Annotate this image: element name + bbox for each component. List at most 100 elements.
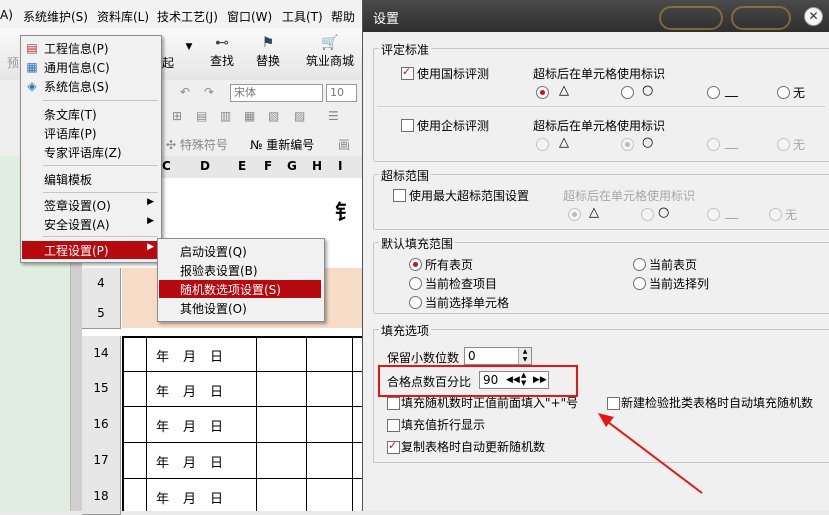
annotation-highlight-box bbox=[378, 365, 578, 397]
dropdown-arrow-icon[interactable]: ▼ bbox=[183, 42, 195, 52]
renumber-label: 重新编号 bbox=[266, 138, 315, 152]
range-radio-circle[interactable] bbox=[641, 208, 654, 221]
national-standard-checkbox[interactable] bbox=[401, 65, 414, 80]
row-number-15[interactable]: 15 bbox=[82, 371, 121, 407]
underline-symbol: __ bbox=[725, 205, 738, 220]
national-radio-none[interactable] bbox=[777, 86, 790, 99]
enterprise-radio-triangle[interactable] bbox=[536, 138, 549, 151]
menu-item-project-info[interactable]: ▤ 工程信息(P) bbox=[22, 39, 160, 57]
border-icon[interactable]: ▦ bbox=[244, 109, 255, 123]
range-radio-triangle[interactable] bbox=[568, 208, 581, 221]
submenu-item-inspection-form[interactable]: 报验表设置(B) bbox=[159, 261, 321, 279]
grid-line bbox=[352, 336, 353, 511]
search-button[interactable]: ⊷ 查找 bbox=[202, 34, 242, 69]
date-day: 日 bbox=[210, 492, 224, 507]
col-header-d[interactable]: D bbox=[200, 159, 210, 173]
none-symbol: 无 bbox=[785, 208, 798, 222]
triangle-symbol: △ bbox=[589, 205, 599, 220]
plus-sign-checkbox[interactable] bbox=[387, 397, 400, 410]
fill-radio-current-cells[interactable] bbox=[409, 296, 422, 309]
menu-item-edit-template[interactable]: 编辑模板 bbox=[22, 170, 160, 188]
row-number-14[interactable]: 14 bbox=[82, 336, 121, 372]
row-number-16[interactable]: 16 bbox=[82, 406, 121, 443]
fill-radio-current-page[interactable] bbox=[633, 258, 646, 271]
font-size-select[interactable]: 10 bbox=[326, 84, 357, 102]
menu-item-signature-settings[interactable]: 签章设置(O) ▶ bbox=[22, 196, 160, 214]
row-number-4[interactable]: 4 bbox=[82, 268, 121, 299]
col-header-f[interactable]: F bbox=[264, 159, 272, 173]
menu-item-system-info[interactable]: ◈ 系统信息(S) bbox=[22, 77, 160, 95]
national-radio-circle[interactable] bbox=[621, 86, 634, 99]
font-name-select[interactable]: 宋体 bbox=[230, 84, 323, 102]
fill-options-label: 填充选项 bbox=[379, 322, 432, 339]
submenu-item-other[interactable]: 其他设置(O) bbox=[159, 299, 321, 317]
col-header-g[interactable]: G bbox=[287, 159, 297, 173]
menu-item-clause-library[interactable]: 条文库(T) bbox=[22, 105, 160, 123]
col-header-h[interactable]: H bbox=[312, 159, 322, 173]
close-button[interactable]: ✕ bbox=[804, 7, 823, 26]
enterprise-standard-checkbox[interactable] bbox=[401, 119, 414, 132]
menu-item-expert-comment-library[interactable]: 专家评语库(Z) bbox=[22, 143, 160, 161]
menu-separator bbox=[43, 192, 158, 193]
fill-radio-all-pages[interactable] bbox=[409, 258, 422, 271]
col-header-c[interactable]: C bbox=[162, 159, 171, 173]
range-radio-underline[interactable] bbox=[707, 208, 720, 221]
row-number-18[interactable]: 18 bbox=[82, 478, 121, 515]
copy-refresh-checkbox[interactable] bbox=[387, 439, 400, 454]
menu-item-security-settings[interactable]: 安全设置(A) ▶ bbox=[22, 215, 160, 233]
renumber-button[interactable]: № 重新编号 bbox=[250, 136, 314, 153]
menu-help[interactable]: 帮助 bbox=[331, 8, 355, 25]
fill-radio-current-item[interactable] bbox=[409, 277, 422, 290]
col-header-e[interactable]: E bbox=[238, 159, 246, 173]
circle-symbol: ○ bbox=[642, 83, 654, 98]
max-range-checkbox[interactable] bbox=[393, 189, 406, 202]
submenu-item-random-options[interactable]: 随机数选项设置(S) bbox=[159, 280, 321, 298]
menu-separator bbox=[43, 236, 158, 237]
enterprise-radio-circle[interactable] bbox=[621, 138, 634, 151]
circle-symbol: ○ bbox=[642, 135, 654, 150]
align-icon[interactable]: ▤ bbox=[196, 109, 207, 123]
submenu-item-startup[interactable]: 启动设置(Q) bbox=[159, 242, 321, 260]
national-standard-label: 使用国标评测 bbox=[417, 67, 490, 81]
enterprise-radio-underline[interactable] bbox=[707, 138, 720, 151]
spinner-arrows-icon[interactable]: ▲ ▼ bbox=[518, 348, 531, 364]
menu-item-comment-library[interactable]: 评语库(P) bbox=[22, 124, 160, 142]
enterprise-radio-none[interactable] bbox=[777, 138, 790, 151]
replace-label: 替换 bbox=[255, 54, 280, 68]
document-icon: ▤ bbox=[26, 41, 38, 55]
menu-library[interactable]: 资料库(L) bbox=[97, 8, 149, 25]
replace-button[interactable]: ⚑ 替换 bbox=[248, 34, 288, 69]
col-header-i[interactable]: I bbox=[338, 159, 342, 173]
decimal-places-spinner[interactable]: 0 ▲ ▼ bbox=[464, 347, 532, 365]
menu-window[interactable]: 窗口(W) bbox=[227, 8, 272, 25]
split-icon[interactable]: ▨ bbox=[294, 109, 305, 123]
special-symbol-button[interactable]: ✣ 特殊符号 bbox=[166, 136, 228, 153]
line-spacing-icon[interactable]: ☰ bbox=[328, 109, 339, 123]
range-radio-none[interactable] bbox=[769, 208, 782, 221]
more-stub[interactable]: 画 bbox=[338, 136, 350, 153]
redo-icon[interactable]: ↷ bbox=[204, 85, 214, 99]
menu-a[interactable]: A) bbox=[0, 8, 13, 22]
row-number-17[interactable]: 17 bbox=[82, 442, 121, 479]
menu-tech[interactable]: 技术工艺(J) bbox=[157, 8, 218, 25]
national-radio-triangle[interactable] bbox=[536, 86, 549, 99]
date-day: 日 bbox=[210, 456, 224, 471]
cell-format-icon[interactable]: ⊞ bbox=[172, 109, 182, 123]
mall-button[interactable]: 🛒 筑业商城 bbox=[302, 34, 358, 69]
menu-item-project-settings[interactable]: 工程设置(P) ▶ bbox=[22, 241, 160, 259]
menu-tools[interactable]: 工具(T) bbox=[282, 8, 323, 25]
undo-icon[interactable]: ↶ bbox=[180, 85, 190, 99]
fill-radio-current-column[interactable] bbox=[633, 277, 646, 290]
binoculars-icon: ⊷ bbox=[215, 35, 229, 51]
menu-system-maintenance[interactable]: 系统维护(S) bbox=[23, 8, 88, 25]
dialog-titlebar[interactable]: 设置 ✕ bbox=[363, 0, 829, 32]
national-radio-underline[interactable] bbox=[707, 86, 720, 99]
fill-icon[interactable]: ▧ bbox=[268, 109, 279, 123]
row-number-5[interactable]: 5 bbox=[82, 298, 121, 329]
wrap-checkbox[interactable] bbox=[387, 419, 400, 432]
menu-item-general-info[interactable]: ▦ 通用信息(C) bbox=[22, 58, 160, 76]
menu-item-label: 工程信息(P) bbox=[44, 42, 109, 56]
default-fill-label: 默认填充范围 bbox=[379, 235, 456, 252]
merge-icon[interactable]: ▥ bbox=[220, 109, 231, 123]
decimal-places-value: 0 bbox=[468, 349, 476, 363]
